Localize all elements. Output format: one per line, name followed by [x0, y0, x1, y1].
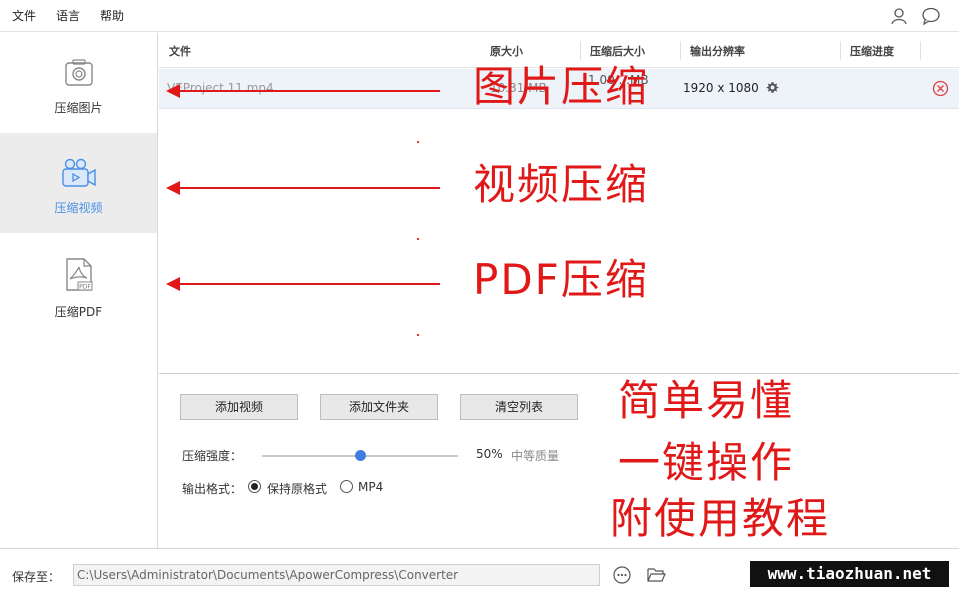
- sidebar-item-compress-pdf[interactable]: PDF 压缩PDF: [0, 233, 157, 333]
- compression-strength-value: 50%: [476, 447, 503, 461]
- column-separator: [580, 41, 581, 60]
- clear-list-button[interactable]: 清空列表: [460, 394, 578, 420]
- control-panel: 添加视频 添加文件夹 清空列表 压缩强度： 50% 中等质量 输出格式： 保持原…: [159, 373, 959, 548]
- save-path-field[interactable]: [73, 564, 600, 586]
- open-folder-icon[interactable]: [647, 566, 666, 583]
- annotation-arrow: [166, 277, 440, 291]
- annotation-dot: [417, 141, 419, 143]
- more-options-icon[interactable]: [613, 566, 631, 584]
- svg-text:PDF: PDF: [79, 284, 91, 291]
- sidebar: 压缩图片 压缩视频 PDF 压缩PDF: [0, 33, 158, 548]
- annotation-pdf-compress: PDF压缩: [473, 255, 649, 304]
- watermark: www.tiaozhuan.net: [750, 561, 949, 587]
- sidebar-item-compress-video[interactable]: 压缩视频: [0, 133, 157, 233]
- column-header-compressed-size[interactable]: 压缩后大小: [590, 43, 645, 59]
- quality-level-text: 中等质量: [511, 449, 560, 463]
- annotation-dot: [417, 238, 419, 240]
- sidebar-item-label: 压缩视频: [54, 201, 103, 215]
- annotation-dot: [417, 334, 419, 336]
- annotation-one-click: 一键操作: [618, 438, 795, 487]
- column-header-progress[interactable]: 压缩进度: [850, 43, 894, 59]
- sidebar-item-label: 压缩PDF: [54, 305, 103, 319]
- menu-bar: 文件 语言 帮助: [0, 0, 959, 32]
- user-icon[interactable]: [889, 6, 909, 26]
- annotation-image-compress: 图片压缩: [473, 62, 650, 111]
- format-keep-label[interactable]: 保持原格式: [267, 480, 327, 497]
- output-format-label: 输出格式：: [182, 482, 243, 496]
- pdf-file-icon: PDF: [65, 258, 92, 291]
- compression-strength-label: 压缩强度：: [182, 449, 243, 463]
- sidebar-item-label: 压缩图片: [54, 101, 103, 115]
- gear-icon[interactable]: [766, 81, 779, 94]
- format-keep-radio[interactable]: [248, 480, 261, 493]
- menu-language[interactable]: 语言: [56, 7, 80, 24]
- remove-row-icon[interactable]: [932, 80, 949, 97]
- save-to-label: 保存至：: [12, 570, 61, 584]
- column-separator: [680, 41, 681, 60]
- column-separator: [920, 41, 921, 60]
- annotation-video-compress: 视频压缩: [473, 160, 650, 209]
- footer: 保存至： www.tiaozhuan.net: [0, 548, 959, 593]
- format-mp4-label[interactable]: MP4: [358, 480, 383, 494]
- menu-file[interactable]: 文件: [12, 7, 36, 24]
- app-window: 文件 语言 帮助 压缩图片 压缩视频 PDF 压缩PDF 文件 原大小 压缩后大…: [0, 0, 959, 593]
- column-separator: [840, 41, 841, 60]
- menu-help[interactable]: 帮助: [100, 7, 124, 24]
- format-mp4-radio[interactable]: [340, 480, 353, 493]
- annotation-arrow: [166, 84, 440, 98]
- column-header-original-size[interactable]: 原大小: [490, 43, 523, 59]
- column-header-file[interactable]: 文件: [169, 43, 191, 59]
- slider-thumb[interactable]: [354, 450, 366, 461]
- row-resolution: 1920 x 1080: [683, 81, 779, 95]
- annotation-tutorial: 附使用教程: [610, 494, 831, 543]
- add-video-button[interactable]: 添加视频: [180, 394, 298, 420]
- row-resolution-value: 1920 x 1080: [683, 81, 759, 95]
- video-camera-icon: [61, 158, 96, 187]
- column-header-resolution[interactable]: 输出分辨率: [690, 43, 745, 59]
- annotation-arrow: [166, 181, 440, 195]
- chat-bubble-icon[interactable]: [921, 6, 941, 26]
- annotation-easy: 简单易懂: [618, 376, 795, 425]
- image-compress-icon: [64, 59, 93, 86]
- add-folder-button[interactable]: 添加文件夹: [320, 394, 438, 420]
- sidebar-item-compress-image[interactable]: 压缩图片: [0, 33, 157, 133]
- topbar-icons: [889, 6, 941, 26]
